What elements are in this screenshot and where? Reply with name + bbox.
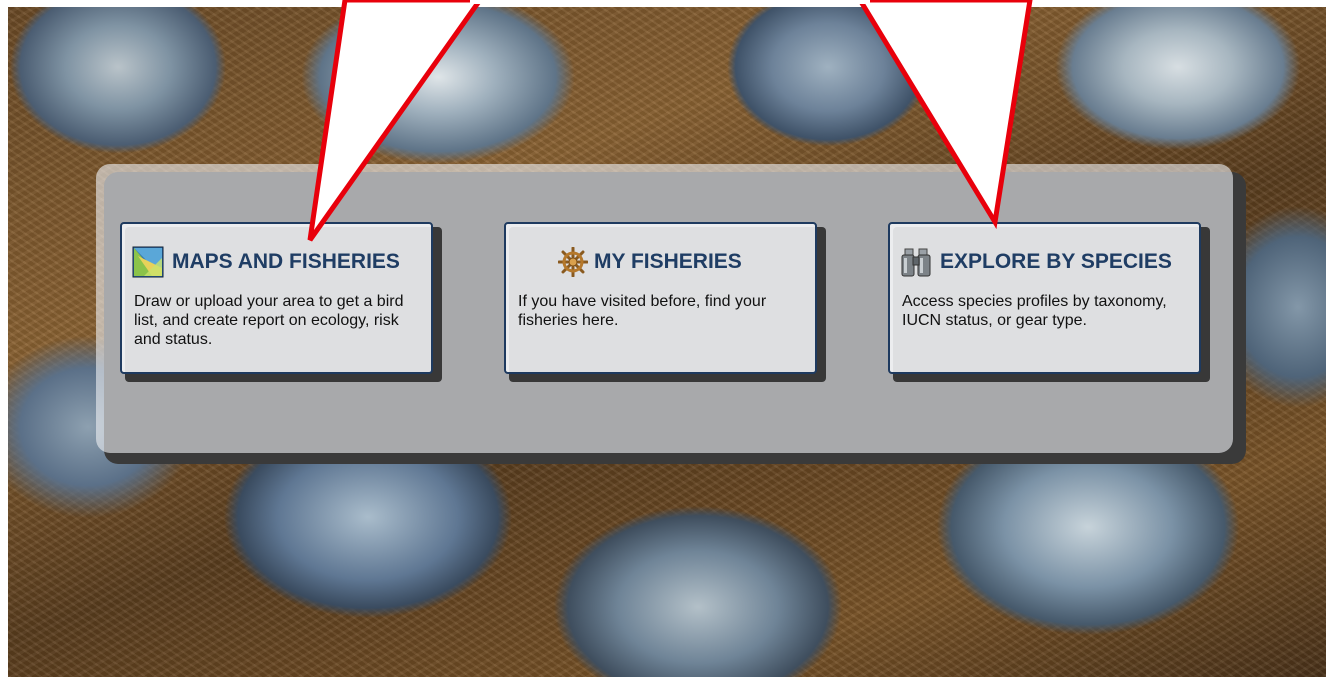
- red-callout-annotation: [307, 0, 1033, 242]
